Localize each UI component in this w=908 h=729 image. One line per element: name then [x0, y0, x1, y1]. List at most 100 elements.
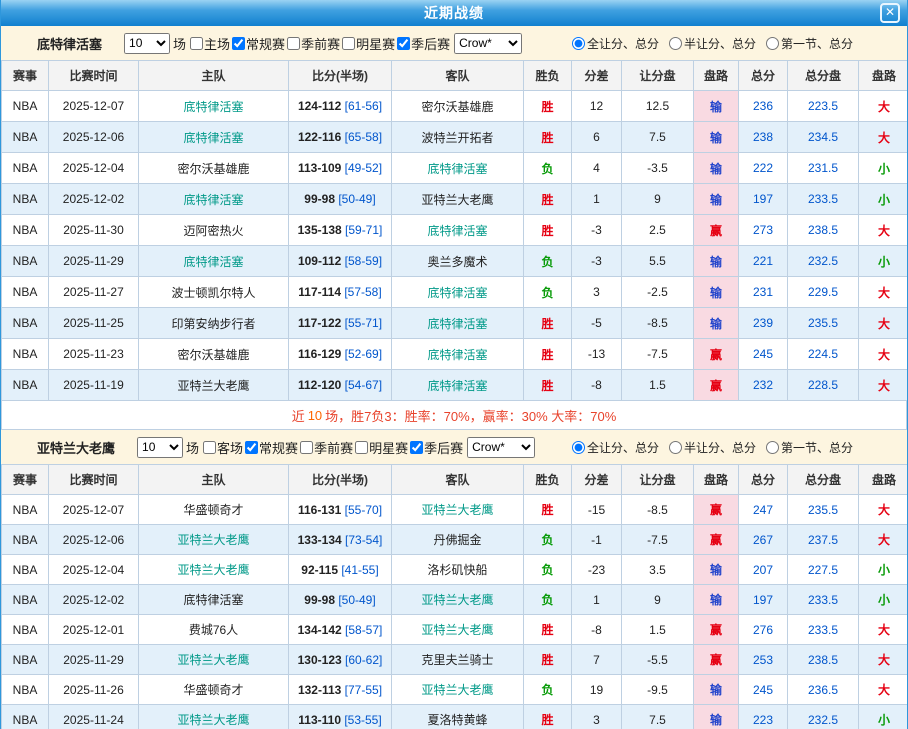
- filter-checkbox[interactable]: 季后赛: [410, 438, 463, 457]
- result-cell: 负: [524, 525, 572, 555]
- league-cell: NBA: [2, 675, 49, 705]
- radio-input[interactable]: [766, 441, 779, 454]
- odds-type-radio[interactable]: 全让分、总分: [572, 439, 659, 456]
- bookmaker-select[interactable]: Crow*: [454, 33, 522, 54]
- game-row: NBA2025-12-07底特律活塞124-112 [61-56]密尔沃基雄鹿胜…: [2, 91, 908, 122]
- checkbox-input[interactable]: [232, 37, 245, 50]
- league-cell: NBA: [2, 339, 49, 370]
- result-cell: 胜: [524, 705, 572, 729]
- game-row: NBA2025-11-29亚特兰大老鹰130-123 [60-62]克里夫兰骑士…: [2, 645, 908, 675]
- radio-input[interactable]: [572, 441, 585, 454]
- handicap-cell: -8.5: [622, 495, 694, 525]
- away-team-cell: 亚特兰大老鹰: [392, 585, 524, 615]
- diff-cell: 3: [572, 705, 622, 729]
- odds-type-radio-group: 全让分、总分半让分、总分第一节、总分: [572, 35, 853, 52]
- total-result-cell: 大: [859, 615, 908, 645]
- league-cell: NBA: [2, 705, 49, 729]
- handicap-result-cell: 赢: [694, 615, 739, 645]
- total-line-cell: 237.5: [788, 525, 859, 555]
- total-result-cell: 大: [859, 308, 908, 339]
- game-row: NBA2025-11-30迈阿密热火135-138 [59-71]底特律活塞胜-…: [2, 215, 908, 246]
- column-header: 分差: [572, 465, 622, 495]
- checkbox-input[interactable]: [397, 37, 410, 50]
- radio-input[interactable]: [572, 37, 585, 50]
- handicap-cell: -7.5: [622, 525, 694, 555]
- total-cell: 231: [739, 277, 788, 308]
- checkbox-input[interactable]: [203, 441, 216, 454]
- odds-type-radio[interactable]: 第一节、总分: [766, 439, 853, 456]
- table-header-row: 赛事比赛时间主队比分(半场)客队胜负分差让分盘盘路总分总分盘盘路: [2, 465, 908, 495]
- game-row: NBA2025-11-26华盛顿奇才132-113 [77-55]亚特兰大老鹰负…: [2, 675, 908, 705]
- bookmaker-select[interactable]: Crow*: [467, 437, 535, 458]
- checkbox-input[interactable]: [190, 37, 203, 50]
- game-row: NBA2025-12-02底特律活塞99-98 [50-49]亚特兰大老鹰胜19…: [2, 184, 908, 215]
- filter-checkbox[interactable]: 主场: [190, 34, 230, 53]
- filter-checkbox[interactable]: 常规赛: [245, 438, 298, 457]
- score-fulltime: 113-110: [298, 713, 341, 727]
- score-cell: 133-134 [73-54]: [289, 525, 392, 555]
- filter-checkbox[interactable]: 客场: [203, 438, 243, 457]
- total-line-cell: 232.5: [788, 246, 859, 277]
- home-team-cell: 亚特兰大老鹰: [139, 555, 289, 585]
- column-header: 盘路: [694, 465, 739, 495]
- score-halftime: [53-55]: [341, 713, 382, 727]
- total-result-cell: 小: [859, 153, 908, 184]
- odds-type-radio[interactable]: 半让分、总分: [669, 35, 756, 52]
- score-halftime: [55-70]: [341, 503, 382, 517]
- odds-type-radio[interactable]: 半让分、总分: [669, 439, 756, 456]
- total-cell: 245: [739, 675, 788, 705]
- score-halftime: [58-57]: [342, 623, 383, 637]
- checkbox-input[interactable]: [410, 441, 423, 454]
- home-team-cell: 亚特兰大老鹰: [139, 525, 289, 555]
- checkbox-input[interactable]: [300, 441, 313, 454]
- total-result-cell: 大: [859, 525, 908, 555]
- close-icon[interactable]: ✕: [880, 3, 900, 23]
- score-fulltime: 92-115: [301, 563, 338, 577]
- diff-cell: 12: [572, 91, 622, 122]
- handicap-cell: -9.5: [622, 675, 694, 705]
- team-name-label: 亚特兰大老鹰: [37, 438, 115, 457]
- league-cell: NBA: [2, 277, 49, 308]
- away-team-cell: 亚特兰大老鹰: [392, 615, 524, 645]
- odds-type-radio[interactable]: 全让分、总分: [572, 35, 659, 52]
- result-cell: 胜: [524, 339, 572, 370]
- total-cell: 207: [739, 555, 788, 585]
- game-row: NBA2025-12-02底特律活塞99-98 [50-49]亚特兰大老鹰负19…: [2, 585, 908, 615]
- away-team-cell: 丹佛掘金: [392, 525, 524, 555]
- total-line-cell: 229.5: [788, 277, 859, 308]
- column-header: 总分盘: [788, 465, 859, 495]
- radio-input[interactable]: [766, 37, 779, 50]
- filter-checkbox[interactable]: 季后赛: [397, 34, 450, 53]
- date-cell: 2025-12-04: [49, 555, 139, 585]
- checkbox-input[interactable]: [355, 441, 368, 454]
- filter-checkbox[interactable]: 季前赛: [287, 34, 340, 53]
- games-unit-label: 场: [173, 34, 186, 53]
- total-line-cell: 236.5: [788, 675, 859, 705]
- checkbox-input[interactable]: [342, 37, 355, 50]
- radio-input[interactable]: [669, 37, 682, 50]
- handicap-result-cell: 输: [694, 705, 739, 729]
- score-fulltime: 116-131: [298, 503, 341, 517]
- filter-checkbox[interactable]: 常规赛: [232, 34, 285, 53]
- filter-checkbox[interactable]: 明星赛: [342, 34, 395, 53]
- games-count-select[interactable]: 10: [124, 33, 170, 54]
- filter-checkbox[interactable]: 季前赛: [300, 438, 353, 457]
- score-cell: 130-123 [60-62]: [289, 645, 392, 675]
- handicap-result-cell: 输: [694, 246, 739, 277]
- total-line-cell: 223.5: [788, 91, 859, 122]
- checkbox-input[interactable]: [287, 37, 300, 50]
- score-cell: 113-109 [49-52]: [289, 153, 392, 184]
- games-count-select[interactable]: 10: [137, 437, 183, 458]
- column-header: 盘路: [859, 465, 908, 495]
- result-cell: 胜: [524, 91, 572, 122]
- checkbox-input[interactable]: [245, 441, 258, 454]
- diff-cell: 1: [572, 184, 622, 215]
- radio-input[interactable]: [669, 441, 682, 454]
- total-line-cell: 233.5: [788, 585, 859, 615]
- diff-cell: -23: [572, 555, 622, 585]
- filter-checkbox[interactable]: 明星赛: [355, 438, 408, 457]
- score-halftime: [50-49]: [335, 192, 376, 206]
- score-cell: 92-115 [41-55]: [289, 555, 392, 585]
- odds-type-radio[interactable]: 第一节、总分: [766, 35, 853, 52]
- score-halftime: [73-54]: [342, 533, 383, 547]
